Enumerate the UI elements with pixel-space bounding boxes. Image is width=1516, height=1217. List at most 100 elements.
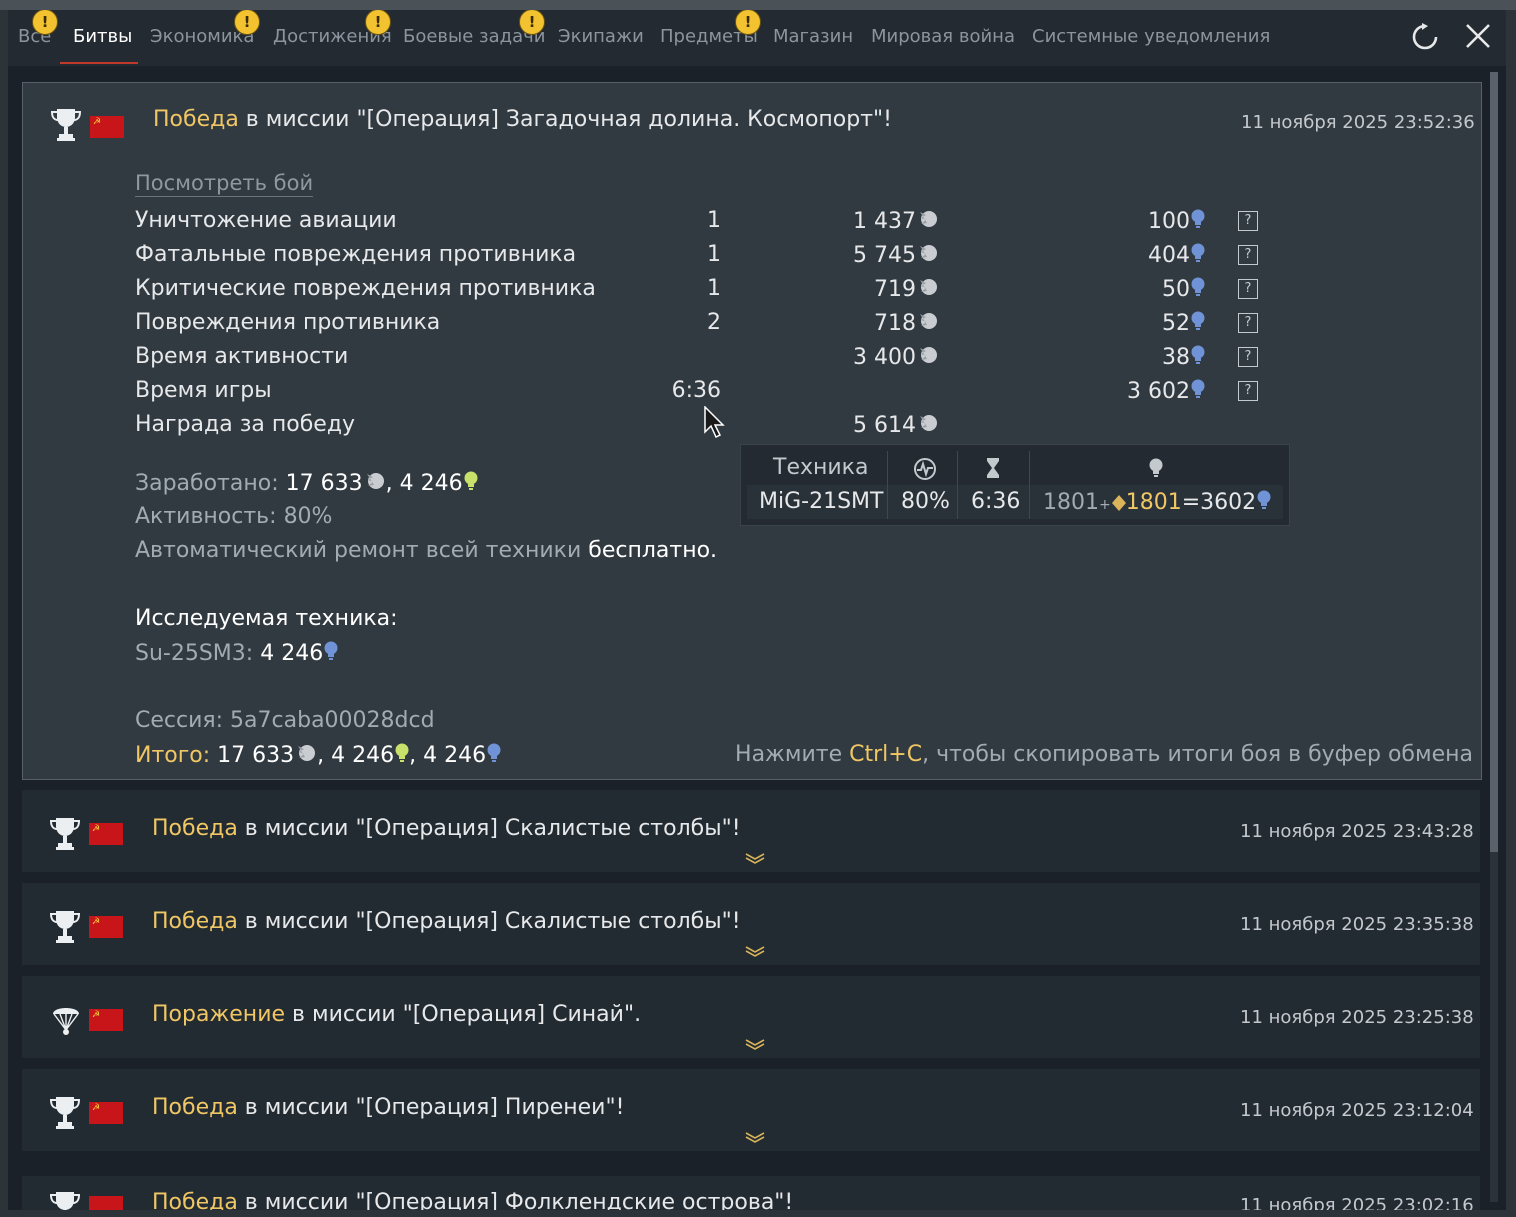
tooltip-vehicle: MiG-21SMT [759, 489, 884, 514]
tab-battle-tasks[interactable]: Боевые задачи! [403, 10, 545, 47]
reward-row-label: Уничтожение авиации [135, 208, 397, 233]
earned-summary: Заработано: 17 633, 4 246 [135, 470, 478, 496]
reward-row-rp: 38 [1103, 344, 1205, 370]
reward-row-label: Время активности [135, 344, 349, 369]
scrollbar-thumb[interactable] [1490, 72, 1498, 852]
reward-row-rp: 3 602 [1083, 378, 1205, 404]
reward-row-lions: 5 745 [823, 242, 939, 268]
silver-lions-icon [298, 745, 316, 761]
tooltip-divider [1029, 451, 1030, 519]
alert-badge-icon: ! [234, 10, 260, 35]
research-points-icon [487, 743, 501, 762]
mouse-cursor-icon [704, 406, 725, 438]
entry-timestamp: 11 ноября 2025 23:12:04 [1240, 1100, 1474, 1121]
alert-badge-icon: ! [519, 10, 545, 35]
refresh-button[interactable] [1409, 22, 1441, 54]
reward-row-rp: 52 [1103, 310, 1205, 336]
research-vehicle: Su-25SM3: 4 246 [135, 640, 338, 666]
reward-row-lions: 719 [823, 276, 939, 302]
alert-badge-icon: ! [365, 10, 391, 35]
entry-title: Победа в миссии "[Операция] Загадочная д… [153, 107, 892, 132]
scrollbar[interactable] [1490, 72, 1498, 1202]
reward-row-label: Фатальные повреждения противника [135, 242, 577, 267]
tab-system-notifications[interactable]: Системные уведомления [1032, 26, 1270, 47]
reward-row-lions: 5 614 [823, 412, 939, 438]
tooltip-divider [957, 451, 958, 519]
silver-lions-icon [920, 279, 937, 295]
research-points-icon [1191, 379, 1205, 398]
view-battle-link[interactable]: Посмотреть бой [135, 171, 314, 197]
reward-row-count: 1 [707, 276, 721, 301]
trophy-icon [50, 818, 80, 850]
hourglass-icon [987, 458, 999, 478]
entry-title: Победа в миссии "[Операция] Скалистые ст… [152, 909, 741, 934]
reward-row-count: 2 [707, 310, 721, 335]
silver-lions-icon [920, 211, 937, 227]
battle-entry[interactable]: ☭ Поражение в миссии "[Операция] Синай".… [22, 976, 1480, 1058]
copy-hint: Нажмите Ctrl+C, чтобы скопировать итоги … [735, 742, 1473, 767]
silver-lions-icon [920, 313, 937, 329]
battle-entry[interactable]: ☭ Победа в миссии "[Операция] Скалистые … [22, 790, 1480, 872]
tab-crews[interactable]: Экипажи [558, 26, 644, 47]
expand-chevron-icon[interactable] [744, 945, 766, 957]
help-icon[interactable]: ? [1238, 245, 1258, 265]
alert-badge-icon: ! [32, 10, 58, 35]
silver-lions-icon [920, 245, 937, 261]
battle-entry-expanded: ☭ Победа в миссии "[Операция] Загадочная… [22, 82, 1482, 780]
close-button[interactable] [1462, 22, 1494, 54]
trophy-icon [51, 109, 81, 141]
reward-row-rp: 404 [1103, 242, 1205, 268]
expand-chevron-icon[interactable] [744, 1038, 766, 1050]
help-icon[interactable]: ? [1238, 347, 1258, 367]
research-points-icon [1149, 458, 1163, 477]
research-label: Исследуемая техника: [135, 606, 398, 631]
help-icon[interactable]: ? [1238, 313, 1258, 333]
reward-row-rp: 50 [1103, 276, 1205, 302]
entry-timestamp: 11 ноября 2025 23:02:16 [1240, 1195, 1474, 1210]
tooltip-activity: 80% [901, 489, 950, 514]
research-points-icon [1191, 209, 1205, 228]
reward-row-lions: 3 400 [823, 344, 939, 370]
tab-achievements[interactable]: Достижения! [273, 10, 392, 47]
entry-timestamp: 11 ноября 2025 23:52:36 [1241, 112, 1475, 133]
tooltip-header-vehicle: Техника [773, 455, 869, 480]
tab-economy[interactable]: Экономика! [150, 10, 260, 47]
parachute-icon [53, 1008, 79, 1035]
tab-world-war[interactable]: Мировая война [871, 26, 1015, 47]
session-id: Сессия: 5a7caba00028dcd [135, 708, 435, 733]
silver-lions-icon [366, 473, 384, 489]
research-points-icon [1191, 243, 1205, 262]
help-icon[interactable]: ? [1238, 279, 1258, 299]
entry-title: Победа в миссии "[Операция] Скалистые ст… [152, 816, 741, 841]
convertible-rp-icon [464, 471, 478, 490]
entry-timestamp: 11 ноября 2025 23:35:38 [1240, 914, 1474, 935]
tab-all[interactable]: Все! [18, 10, 58, 47]
reward-row-label: Награда за победу [135, 412, 356, 437]
tab-shop[interactable]: Магазин [773, 26, 853, 47]
ussr-flag-icon: ☭ [89, 916, 123, 938]
entry-title: Победа в миссии "[Операция] Фолклендские… [152, 1190, 794, 1210]
reward-row-rp: 100 [1103, 208, 1205, 234]
research-points-icon [324, 641, 338, 660]
entry-timestamp: 11 ноября 2025 23:25:38 [1240, 1007, 1474, 1028]
help-icon[interactable]: ? [1238, 381, 1258, 401]
convertible-rp-icon [395, 743, 409, 762]
ussr-flag-icon: ☭ [89, 1009, 123, 1031]
entry-title: Поражение в миссии "[Операция] Синай". [152, 1002, 642, 1027]
battle-entry[interactable]: Победа в миссии "[Операция] Фолклендские… [22, 1176, 1480, 1210]
tab-bar: Все! Битвы Экономика! Достижения! Боевые… [8, 10, 1506, 66]
battle-entry[interactable]: ☭ Победа в миссии "[Операция] Пиренеи"! … [22, 1069, 1480, 1151]
help-icon[interactable]: ? [1238, 211, 1258, 231]
expand-chevron-icon[interactable] [744, 852, 766, 864]
reward-row-label: Повреждения противника [135, 310, 441, 335]
active-tab-underline [60, 62, 138, 64]
expand-chevron-icon[interactable] [744, 1131, 766, 1143]
background-strip [0, 0, 1516, 10]
silver-lions-icon [920, 347, 937, 363]
silver-lions-icon [920, 415, 937, 431]
tab-battles[interactable]: Битвы [73, 26, 132, 47]
refresh-icon [1412, 23, 1438, 50]
tab-items[interactable]: Предметы! [660, 10, 761, 47]
repair-summary: Автоматический ремонт всей техники беспл… [135, 538, 718, 563]
battle-entry[interactable]: ☭ Победа в миссии "[Операция] Скалистые … [22, 883, 1480, 965]
